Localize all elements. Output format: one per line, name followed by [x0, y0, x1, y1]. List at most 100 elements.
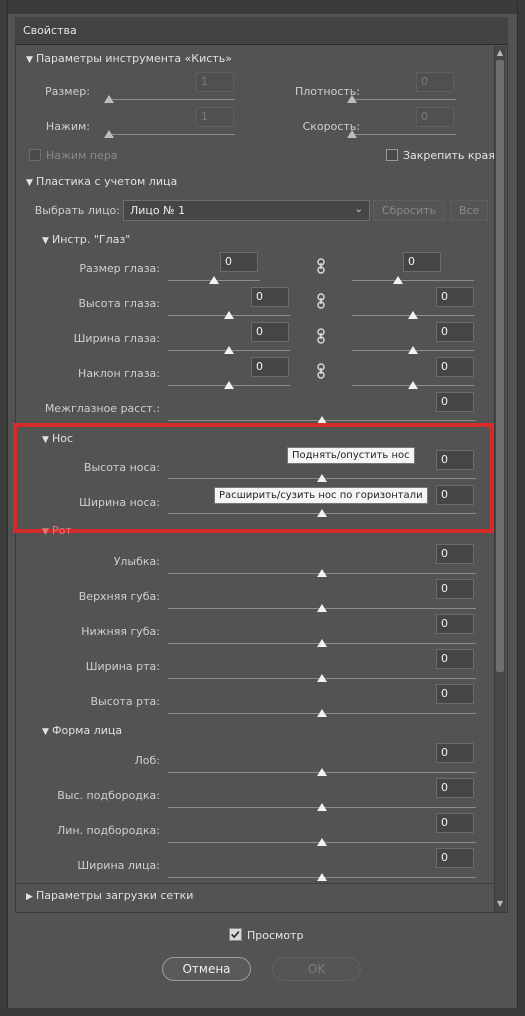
scroll-down-icon[interactable]: ▼ [496, 899, 504, 908]
window-frame-top [0, 0, 525, 14]
chevron-down-icon: ⌄ [354, 204, 363, 215]
pen-pressure-checkbox[interactable] [29, 149, 41, 161]
expanded-triangle-icon: ▼ [42, 727, 49, 737]
eye-width-left-slider-thumb[interactable] [224, 346, 234, 354]
expanded-triangle-icon: ▼ [26, 55, 33, 65]
eye-width-left-input[interactable]: 0 [251, 322, 289, 342]
link-icon[interactable] [316, 328, 326, 344]
size-slider-track[interactable] [107, 99, 235, 100]
eye-size-label: Размер глаза: [79, 262, 160, 275]
face-width-input[interactable]: 0 [436, 848, 474, 868]
select-face-dropdown[interactable]: Лицо № 1 ⌄ [123, 200, 370, 221]
pressure-slider-track[interactable] [107, 134, 235, 135]
face-shape-section-title: Форма лица [52, 724, 123, 737]
eye-size-left-slider-thumb[interactable] [209, 276, 219, 284]
forehead-slider-thumb[interactable] [317, 768, 327, 776]
brush-section-header[interactable]: ▼ Параметры инструмента «Кисть» [26, 52, 232, 65]
eye-size-right-slider-thumb[interactable] [393, 276, 403, 284]
smile-input[interactable]: 0 [436, 544, 474, 564]
eye-height-right-input[interactable]: 0 [436, 287, 474, 307]
highlight-box [13, 423, 494, 533]
size-input[interactable]: 1 [196, 72, 234, 92]
density-input[interactable]: 0 [416, 72, 454, 92]
checkmark-icon [231, 930, 240, 939]
smile-slider-thumb[interactable] [317, 569, 327, 577]
mouth-section-title: Рот [52, 524, 72, 537]
eye-width-right-slider-thumb[interactable] [408, 346, 418, 354]
density-label: Плотность: [294, 85, 360, 98]
eye-size-right-slider-track[interactable] [352, 280, 474, 281]
panel-title: Свойства [15, 17, 508, 45]
select-face-label: Выбрать лицо: [34, 204, 120, 217]
rate-input[interactable]: 0 [416, 107, 454, 127]
select-face-value: Лицо № 1 [130, 204, 186, 217]
face-aware-section-title: Пластика с учетом лица [36, 175, 178, 188]
pin-edges-label: Закрепить края [403, 149, 495, 162]
face-width-slider-thumb[interactable] [317, 873, 327, 881]
pen-pressure-label: Нажим пера [46, 149, 118, 162]
pressure-label: Нажим: [45, 120, 90, 133]
face-aware-section-header[interactable]: ▼ Пластика с учетом лица [26, 175, 177, 188]
chin-height-input[interactable]: 0 [436, 778, 474, 798]
forehead-input[interactable]: 0 [436, 743, 474, 763]
pin-edges-checkbox[interactable] [386, 149, 398, 161]
jawline-label: Лин. подбородка: [56, 824, 160, 837]
eye-height-label: Высота глаза: [78, 297, 160, 310]
eye-tilt-left-slider-thumb[interactable] [224, 381, 234, 389]
cancel-button[interactable]: Отмена [162, 957, 251, 981]
forehead-label: Лоб: [134, 754, 161, 767]
link-icon[interactable] [316, 363, 326, 379]
eyes-section-header[interactable]: ▼ Инстр. "Глаз" [42, 233, 130, 246]
upper-lip-input[interactable]: 0 [436, 579, 474, 599]
eye-height-left-input[interactable]: 0 [251, 287, 289, 307]
scroll-up-icon[interactable]: ▲ [496, 48, 504, 57]
eye-height-right-slider-thumb[interactable] [408, 311, 418, 319]
eye-width-right-input[interactable]: 0 [436, 322, 474, 342]
expanded-triangle-icon: ▼ [42, 236, 49, 246]
preview-label: Просмотр [247, 929, 304, 942]
mouth-height-input[interactable]: 0 [436, 684, 474, 704]
mouth-height-slider-thumb[interactable] [317, 709, 327, 717]
mesh-section-header[interactable]: ▶ Параметры загрузки сетки [26, 889, 193, 902]
link-icon[interactable] [316, 258, 326, 274]
upper-lip-slider-thumb[interactable] [317, 604, 327, 612]
link-icon[interactable] [316, 293, 326, 309]
eye-height-left-slider-thumb[interactable] [224, 311, 234, 319]
pressure-slider-thumb[interactable] [104, 130, 114, 138]
smile-label: Улыбка: [113, 555, 160, 568]
eye-distance-label: Межглазное расст.: [44, 402, 160, 415]
mouth-width-slider-thumb[interactable] [317, 674, 327, 682]
pressure-input[interactable]: 1 [196, 107, 234, 127]
brush-section-title: Параметры инструмента «Кисть» [36, 52, 232, 65]
jawline-input[interactable]: 0 [436, 813, 474, 833]
jawline-slider-thumb[interactable] [317, 838, 327, 846]
lower-lip-slider-thumb[interactable] [317, 639, 327, 647]
eye-size-right-input[interactable]: 0 [403, 252, 441, 272]
eye-tilt-right-input[interactable]: 0 [436, 357, 474, 377]
ok-button[interactable]: OK [272, 957, 361, 981]
collapsed-triangle-icon: ▶ [26, 892, 33, 902]
face-shape-section-header[interactable]: ▼ Форма лица [42, 724, 122, 737]
eye-tilt-left-input[interactable]: 0 [251, 357, 289, 377]
eye-size-left-input[interactable]: 0 [220, 252, 258, 272]
eye-tilt-right-slider-thumb[interactable] [408, 381, 418, 389]
mouth-width-input[interactable]: 0 [436, 649, 474, 669]
preview-checkbox[interactable] [229, 928, 242, 941]
reset-button[interactable]: Сбросить [373, 200, 445, 221]
lower-lip-label: Нижняя губа: [81, 625, 160, 638]
mouth-width-label: Ширина рта: [85, 660, 160, 673]
rate-slider-thumb[interactable] [347, 130, 357, 138]
size-slider-thumb[interactable] [104, 95, 114, 103]
eye-distance-input[interactable]: 0 [436, 392, 474, 412]
scrollbar-thumb[interactable] [496, 60, 504, 672]
lower-lip-input[interactable]: 0 [436, 614, 474, 634]
window-frame-right [517, 0, 525, 1016]
upper-lip-label: Верхняя губа: [78, 590, 160, 603]
density-slider-thumb[interactable] [347, 95, 357, 103]
expanded-triangle-icon: ▼ [26, 178, 33, 188]
rate-slider-track[interactable] [350, 134, 456, 135]
chin-height-slider-thumb[interactable] [317, 803, 327, 811]
density-slider-track[interactable] [350, 99, 456, 100]
mouth-section-header[interactable]: ▼ Рот [42, 524, 72, 537]
all-button[interactable]: Все [450, 200, 488, 221]
